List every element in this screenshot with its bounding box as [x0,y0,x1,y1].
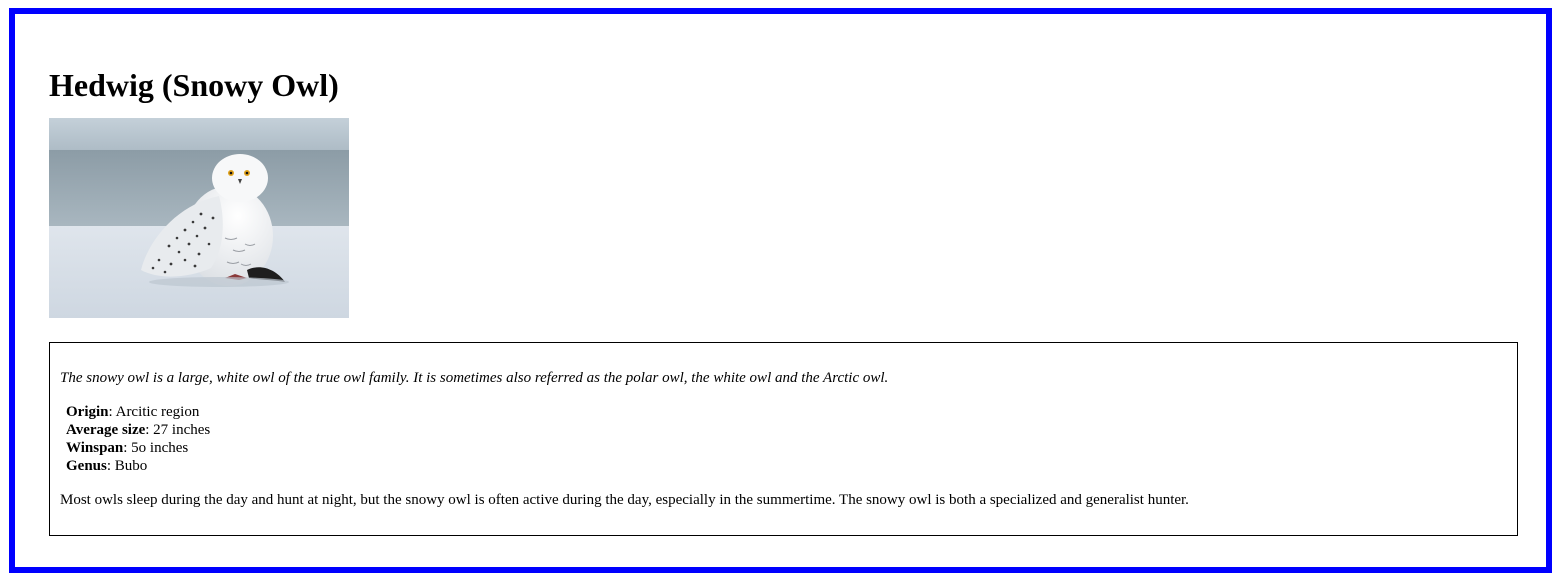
facts-list: Origin: Arcitic region Average size: 27 … [66,403,210,475]
fact-label: Genus [66,458,107,474]
fact-label: Average size [66,422,146,438]
page-title: Hedwig (Snowy Owl) [49,67,339,103]
fact-label: Winspan [66,440,124,456]
fact-origin: Origin: Arcitic region [66,403,210,421]
summary-text: Most owls sleep during the day and hunt … [60,492,1189,508]
fact-value: : 27 inches [145,422,211,438]
fact-value: : 5o inches [123,440,189,456]
fact-label: Origin [66,404,109,420]
fact-value: : Bubo [106,458,148,474]
fact-value: : Arcitic region [108,404,200,420]
intro-text: The snowy owl is a large, white owl of t… [60,370,889,386]
snowy-owl-image [49,118,349,318]
fact-average-size: Average size: 27 inches [66,421,210,439]
fact-wingspan: Winspan: 5o inches [66,439,210,457]
fact-genus: Genus: Bubo [66,457,210,475]
owl-info-box: The snowy owl is a large, white owl of t… [49,342,1518,536]
